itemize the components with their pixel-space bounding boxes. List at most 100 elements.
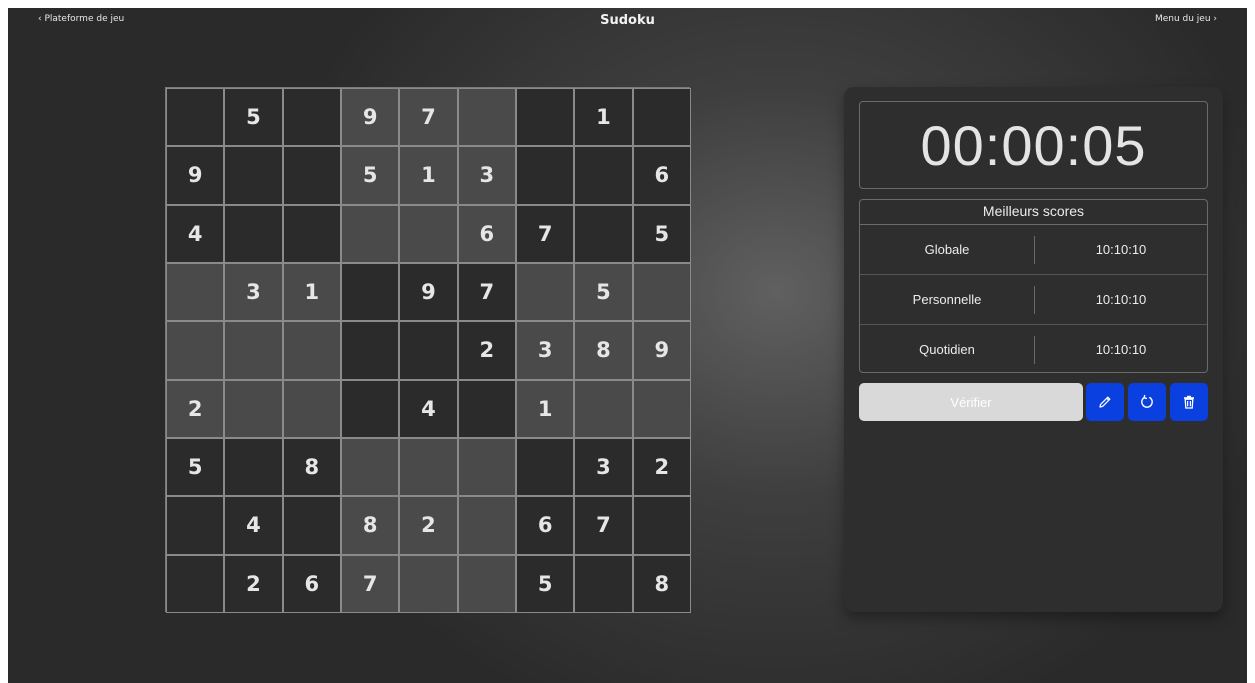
sudoku-cell[interactable]: 6 (632, 146, 691, 205)
sudoku-cell[interactable] (632, 88, 691, 147)
sudoku-cell[interactable]: 7 (574, 496, 633, 555)
sudoku-cell[interactable]: 8 (282, 437, 341, 497)
sudoku-cell[interactable]: 2 (457, 321, 516, 380)
score-label: Personnelle (860, 285, 1035, 314)
sudoku-cell[interactable] (399, 437, 458, 497)
sudoku-cell[interactable] (632, 262, 691, 322)
sudoku-cell[interactable] (399, 554, 458, 613)
timer-display: 00:00:05 (859, 101, 1208, 189)
edit-button[interactable] (1086, 383, 1124, 421)
sudoku-cell[interactable] (632, 496, 691, 555)
app-window: ‹ Plateforme de jeu Sudoku Menu du jeu ›… (8, 8, 1247, 683)
trash-icon (1181, 394, 1197, 410)
sudoku-cell[interactable] (340, 379, 400, 438)
score-label: Quotidien (860, 335, 1035, 364)
sudoku-cell[interactable]: 5 (166, 437, 225, 497)
sudoku-cell[interactable] (224, 204, 283, 263)
sudoku-cell[interactable] (166, 496, 225, 555)
sudoku-cell[interactable]: 3 (224, 262, 283, 322)
sudoku-cell[interactable] (224, 437, 283, 497)
sudoku-cell[interactable] (340, 204, 400, 263)
sudoku-cell[interactable] (457, 379, 516, 438)
sudoku-cell[interactable] (515, 88, 575, 147)
page-title: Sudoku (600, 13, 655, 28)
sudoku-cell[interactable]: 5 (515, 554, 575, 613)
sudoku-cell[interactable] (166, 554, 225, 613)
sudoku-cell[interactable]: 9 (632, 321, 691, 380)
sudoku-cell[interactable] (340, 321, 400, 380)
sudoku-cell[interactable]: 7 (457, 262, 516, 322)
sudoku-cell[interactable]: 1 (282, 262, 341, 322)
sudoku-cell[interactable]: 7 (340, 554, 400, 613)
score-row-daily: Quotidien 10:10:10 (860, 325, 1207, 374)
sudoku-cell[interactable]: 4 (166, 204, 225, 263)
sudoku-cell[interactable]: 2 (632, 437, 691, 497)
verify-button[interactable]: Vérifier (859, 383, 1083, 421)
sudoku-cell[interactable] (457, 437, 516, 497)
sudoku-cell[interactable]: 7 (515, 204, 575, 263)
refresh-icon (1139, 394, 1155, 410)
sudoku-cell[interactable]: 2 (224, 554, 283, 613)
sudoku-cell[interactable] (282, 321, 341, 380)
sudoku-cell[interactable] (166, 321, 225, 380)
sudoku-cell[interactable] (282, 496, 341, 555)
sudoku-cell[interactable] (574, 554, 633, 613)
sudoku-cell[interactable] (399, 321, 458, 380)
sudoku-cell[interactable] (224, 379, 283, 438)
sudoku-cell[interactable]: 1 (399, 146, 458, 205)
sudoku-cell[interactable] (340, 262, 400, 322)
score-row-global: Globale 10:10:10 (860, 225, 1207, 275)
sudoku-cell[interactable] (166, 262, 225, 322)
sudoku-cell[interactable]: 3 (457, 146, 516, 205)
sudoku-cell[interactable] (282, 379, 341, 438)
sudoku-cell[interactable] (282, 146, 341, 205)
best-scores-title: Meilleurs scores (860, 200, 1207, 225)
sudoku-cell[interactable]: 2 (399, 496, 458, 555)
reset-button[interactable] (1128, 383, 1166, 421)
sudoku-cell[interactable] (574, 379, 633, 438)
sudoku-cell[interactable]: 9 (340, 88, 400, 147)
sudoku-cell[interactable]: 9 (399, 262, 458, 322)
sudoku-cell[interactable] (574, 204, 633, 263)
game-menu-link[interactable]: Menu du jeu › (1155, 14, 1217, 24)
sudoku-cell[interactable]: 6 (515, 496, 575, 555)
sudoku-cell[interactable]: 8 (574, 321, 633, 380)
sudoku-cell[interactable]: 5 (574, 262, 633, 322)
side-panel: 00:00:05 Meilleurs scores Globale 10:10:… (844, 87, 1223, 612)
sudoku-cell[interactable] (574, 146, 633, 205)
sudoku-cell[interactable]: 5 (224, 88, 283, 147)
delete-button[interactable] (1170, 383, 1208, 421)
sudoku-cell[interactable]: 8 (340, 496, 400, 555)
sudoku-cell[interactable]: 9 (166, 146, 225, 205)
sudoku-cell[interactable] (282, 88, 341, 147)
sudoku-cell[interactable]: 3 (574, 437, 633, 497)
sudoku-cell[interactable]: 1 (515, 379, 575, 438)
sudoku-cell[interactable] (457, 88, 516, 147)
sudoku-cell[interactable]: 5 (632, 204, 691, 263)
sudoku-cell[interactable] (224, 321, 283, 380)
sudoku-cell[interactable] (515, 146, 575, 205)
score-value: 10:10:10 (1095, 342, 1147, 357)
sudoku-cell[interactable] (515, 262, 575, 322)
sudoku-cell[interactable]: 4 (399, 379, 458, 438)
sudoku-cell[interactable]: 6 (282, 554, 341, 613)
sudoku-cell[interactable]: 7 (399, 88, 458, 147)
sudoku-board: 597195136467531975238924158324826726758 (165, 87, 691, 613)
sudoku-cell[interactable]: 2 (166, 379, 225, 438)
best-scores-table: Meilleurs scores Globale 10:10:10 Person… (859, 199, 1208, 373)
sudoku-cell[interactable]: 6 (457, 204, 516, 263)
sudoku-cell[interactable]: 1 (574, 88, 633, 147)
sudoku-cell[interactable]: 3 (515, 321, 575, 380)
sudoku-cell[interactable] (399, 204, 458, 263)
sudoku-cell[interactable] (457, 496, 516, 555)
sudoku-cell[interactable] (340, 437, 400, 497)
sudoku-cell[interactable] (457, 554, 516, 613)
sudoku-cell[interactable] (632, 379, 691, 438)
sudoku-cell[interactable]: 8 (632, 554, 691, 613)
sudoku-cell[interactable] (224, 146, 283, 205)
sudoku-cell[interactable] (515, 437, 575, 497)
sudoku-cell[interactable] (166, 88, 225, 147)
sudoku-cell[interactable] (282, 204, 341, 263)
sudoku-cell[interactable]: 4 (224, 496, 283, 555)
sudoku-cell[interactable]: 5 (340, 146, 400, 205)
